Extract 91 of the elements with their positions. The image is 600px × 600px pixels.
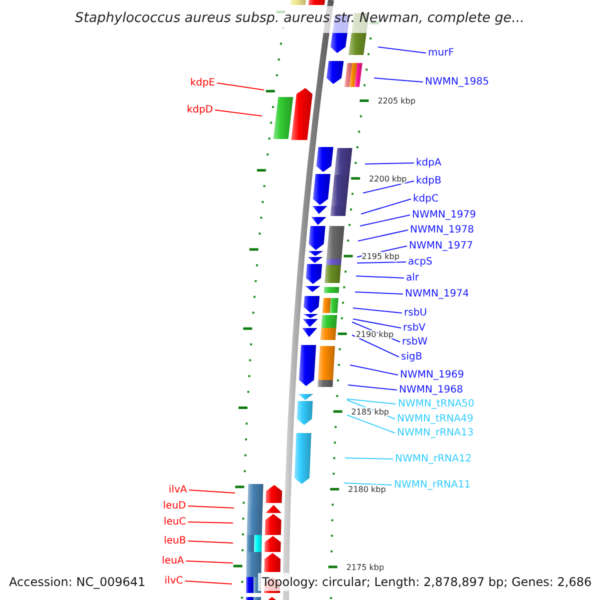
gene-arrow bbox=[299, 345, 316, 386]
gene-label: rsbU bbox=[404, 308, 427, 318]
leader-line bbox=[350, 364, 398, 376]
scale-label: 2195 kbp bbox=[362, 252, 400, 262]
leader-line bbox=[188, 522, 234, 524]
gene-label: NWMN_rRNA13 bbox=[397, 428, 474, 438]
gene-arrow bbox=[308, 0, 326, 5]
leader-line bbox=[364, 162, 414, 164]
category-bar bbox=[324, 287, 340, 293]
leader-line bbox=[354, 292, 404, 294]
gene-label: kdpE bbox=[190, 78, 215, 88]
category-bar bbox=[334, 148, 352, 175]
category-bar bbox=[322, 298, 338, 313]
gene-label: leuD bbox=[163, 500, 186, 512]
gene-label: ilvC bbox=[164, 576, 183, 586]
gene-label: alr bbox=[406, 272, 420, 284]
gene-label: NWMN_tRNA50 bbox=[398, 398, 474, 410]
leader-line bbox=[344, 482, 392, 486]
leader-line bbox=[344, 458, 394, 460]
scale-tick bbox=[328, 566, 338, 568]
gene-arrow bbox=[264, 553, 280, 572]
scale-tick bbox=[344, 254, 353, 258]
gene-arrow bbox=[326, 61, 344, 84]
scale-tick bbox=[333, 410, 342, 413]
leader-line bbox=[352, 308, 402, 314]
leader-line bbox=[214, 110, 262, 116]
scale-tick bbox=[330, 488, 340, 490]
leader-line bbox=[348, 384, 398, 390]
gene-arrow bbox=[291, 88, 312, 140]
scale-label: 2190 kbp bbox=[356, 330, 394, 339]
scale-tick bbox=[249, 248, 258, 251]
scale-tick bbox=[243, 327, 252, 330]
scale-label: 2205 kbp bbox=[378, 96, 416, 106]
gene-label: murF bbox=[428, 48, 454, 58]
leader-line bbox=[216, 82, 264, 90]
accession-text: Accession: NC_009641 bbox=[9, 574, 146, 590]
category-bar bbox=[273, 97, 294, 139]
gene-arrow bbox=[294, 433, 312, 484]
category-bar bbox=[246, 597, 261, 600]
leader-line bbox=[186, 560, 234, 564]
gene-label: rsbV bbox=[403, 322, 426, 334]
leader-line bbox=[184, 580, 232, 584]
gene-label: leuB bbox=[164, 536, 186, 546]
leader-line bbox=[356, 262, 406, 264]
gene-label: leuA bbox=[162, 556, 184, 566]
gene-label: ilvA bbox=[168, 484, 187, 496]
gene-label: NWMN_rRNA12 bbox=[395, 454, 472, 464]
scale-tick bbox=[338, 332, 347, 336]
leader-line bbox=[360, 214, 410, 226]
scale-tick bbox=[351, 177, 360, 180]
gene-label: rsbW bbox=[402, 336, 428, 348]
leader-line bbox=[188, 506, 234, 508]
scale-label: 2200 kbp bbox=[369, 174, 407, 184]
scale-tick bbox=[256, 169, 266, 172]
gene-label: NWMN_1979 bbox=[412, 210, 476, 220]
leader-line bbox=[360, 198, 412, 214]
gene-label: NWMN_rRNA11 bbox=[394, 480, 471, 490]
category-bar bbox=[344, 63, 362, 87]
gene-label: kdpD bbox=[186, 104, 213, 116]
gene-label: NWMN_1974 bbox=[405, 288, 469, 300]
scale-tick bbox=[238, 406, 248, 409]
leader-line bbox=[378, 46, 426, 54]
leader-line bbox=[374, 78, 424, 82]
gene-label: kdpC bbox=[413, 194, 438, 204]
leader-line bbox=[188, 540, 234, 544]
gene-label: acpS bbox=[408, 256, 432, 268]
gene-label: NWMN_1977 bbox=[409, 240, 473, 252]
leader-line bbox=[356, 276, 404, 278]
gene-arrow bbox=[264, 536, 281, 552]
scale-label: 2175 kbp bbox=[346, 562, 384, 572]
leader-line bbox=[358, 230, 408, 242]
scale-label: 2180 kbp bbox=[348, 485, 386, 494]
scale-tick bbox=[235, 486, 244, 488]
scale-tick bbox=[360, 99, 369, 102]
gene-label: sigB bbox=[401, 352, 422, 362]
gene-arrow bbox=[305, 286, 320, 292]
gene-label: NWMN_1968 bbox=[399, 384, 463, 396]
gene-arrow bbox=[266, 485, 282, 503]
leader-line bbox=[188, 490, 236, 494]
gene-label: kdpB bbox=[416, 176, 442, 186]
gene-label: leuC bbox=[164, 516, 186, 528]
gene-arrow bbox=[316, 147, 334, 172]
gene-label: kdpA bbox=[416, 158, 442, 168]
scale-tick bbox=[266, 90, 275, 92]
gene-label: NWMN_tRNA49 bbox=[397, 414, 474, 424]
gene-label: NWMN_1978 bbox=[410, 224, 474, 236]
scale-tick bbox=[233, 564, 242, 568]
gene-arrow bbox=[302, 328, 318, 337]
gene-label: NWMN_1985 bbox=[425, 76, 489, 88]
leader-line bbox=[346, 414, 396, 434]
gene-label: NWMN_1969 bbox=[400, 370, 464, 380]
